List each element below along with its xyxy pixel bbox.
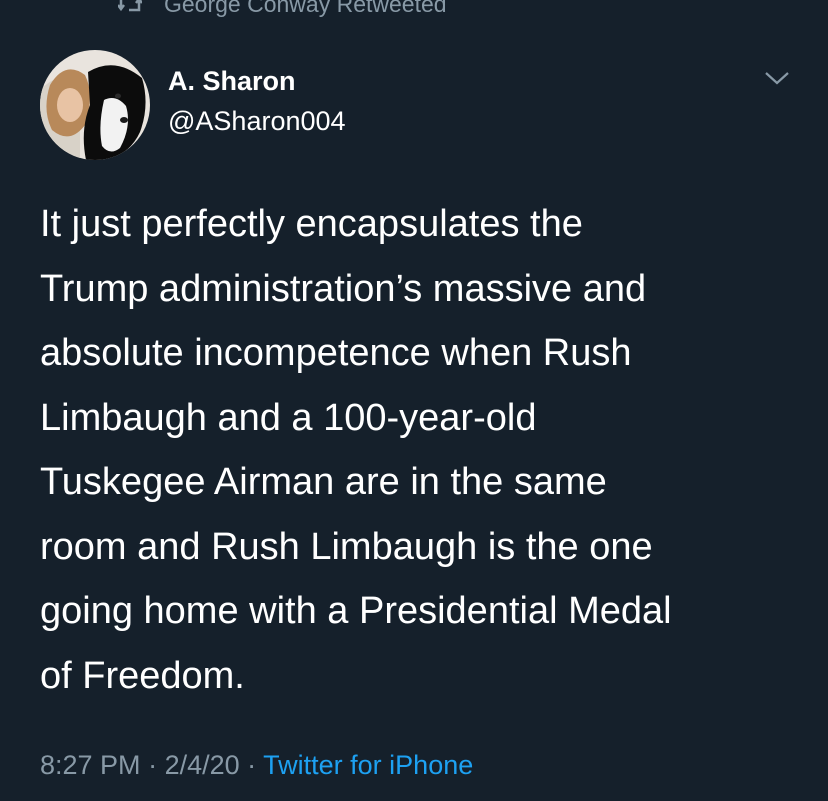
tweet-line: Limbaugh and a 100-year-old: [40, 396, 537, 439]
retweet-icon: [118, 0, 142, 12]
tweet-line: Tuskegee Airman are in the same: [40, 461, 607, 503]
tweet-line: It just perfectly encapsulates the: [40, 203, 583, 245]
tweet-time[interactable]: 8:27 PM: [40, 750, 141, 780]
tweet-line: room and Rush Limbaugh is the one: [40, 525, 653, 568]
meta-separator: ·: [239, 750, 264, 780]
tweet-line: Trump administration’s massive and: [40, 267, 647, 310]
tweet-line: of Freedom.: [40, 654, 245, 697]
tweet-text: It just perfectly encapsulates the Trump…: [40, 192, 800, 708]
tweet-source-link[interactable]: Twitter for iPhone: [263, 750, 473, 780]
tweet-line: going home with a Presidential Medal: [40, 590, 672, 632]
tweet-date[interactable]: 2/4/20: [165, 750, 240, 780]
meta-separator: ·: [140, 750, 165, 780]
avatar-photo: [40, 50, 150, 160]
retweet-label: George Conway Retweeted: [164, 0, 447, 17]
retweet-context[interactable]: George Conway Retweeted: [118, 0, 447, 20]
tweet-meta: 8:27 PM · 2/4/20 · Twitter for iPhone: [40, 750, 473, 781]
chevron-down-icon[interactable]: [763, 68, 791, 88]
avatar[interactable]: [40, 50, 150, 160]
tweet-line: absolute incompetence when Rush: [40, 332, 632, 374]
author-handle[interactable]: @ASharon004: [168, 106, 346, 137]
author-display-name[interactable]: A. Sharon: [168, 66, 296, 97]
